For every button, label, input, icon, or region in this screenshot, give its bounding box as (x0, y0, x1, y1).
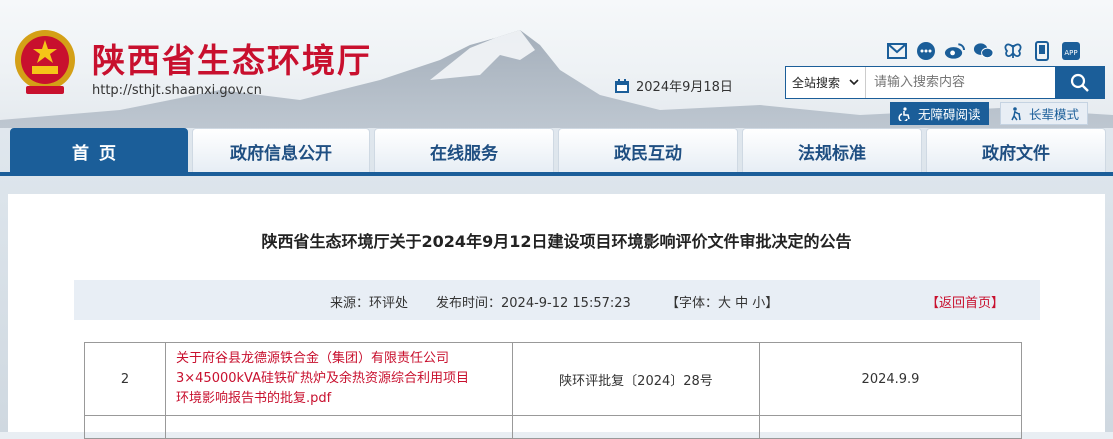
approval-date: 2024.9.9 (759, 342, 1022, 416)
site-header: 陕西省生态环境厅 http://sthjt.shaanxi.gov.cn APP… (0, 0, 1113, 128)
accessibility-button[interactable]: 无障碍阅读 (890, 102, 989, 125)
main-nav: 首页 政府信息公开 在线服务 政民互动 法规标准 政府文件 (0, 128, 1113, 174)
article-panel: 陕西省生态环境厅关于2024年9月12日建设项目环境影响评价文件审批决定的公告 … (8, 194, 1105, 439)
tab-gov-docs[interactable]: 政府文件 (926, 128, 1106, 174)
article-meta-bar: 来源：环评处 发布时间：2024-9-12 15:57:23 【字体：大 中 小… (74, 280, 1040, 320)
app-icon-label: APP (1064, 49, 1077, 57)
table-cell (512, 415, 760, 439)
weibo-icon[interactable] (944, 40, 965, 61)
site-title[interactable]: 陕西省生态环境厅 (92, 34, 372, 82)
table-cell (165, 415, 513, 439)
tab-regulations[interactable]: 法规标准 (742, 128, 922, 174)
site-url: http://sthjt.shaanxi.gov.cn (92, 83, 262, 98)
document-link[interactable]: 关于府谷县龙德源铁合金（集团）有限责任公司 3×45000kVA硅铁矿热炉及余热… (165, 342, 513, 416)
elder-icon (1011, 106, 1021, 120)
mobile-icon[interactable] (1031, 40, 1052, 61)
chevron-down-icon (849, 79, 859, 86)
calendar-icon (615, 78, 629, 93)
table-row (84, 415, 1022, 439)
search-icon (1070, 73, 1089, 92)
tab-home[interactable]: 首页 (10, 128, 188, 174)
national-emblem-icon (15, 30, 75, 94)
elder-mode-button[interactable]: 长辈模式 (1000, 102, 1089, 125)
table-cell (84, 415, 166, 439)
top-icon-row: APP (886, 40, 1081, 61)
app-icon[interactable]: APP (1060, 40, 1081, 61)
font-size-controls[interactable]: 【字体：大 中 小】 (666, 292, 778, 311)
table-row: 2 关于府谷县龙德源铁合金（集团）有限责任公司 3×45000kVA硅铁矿热炉及… (84, 342, 1022, 416)
mail-icon[interactable] (886, 40, 907, 61)
tab-gov-info[interactable]: 政府信息公开 (192, 128, 370, 174)
search-input[interactable] (866, 67, 1055, 98)
document-name-line: 关于府谷县龙德源铁合金（集团）有限责任公司 (176, 351, 450, 366)
search-scope-label: 全站搜索 (792, 76, 841, 90)
article-title: 陕西省生态环境厅关于2024年9月12日建设项目环境影响评价文件审批决定的公告 (261, 232, 852, 251)
accessibility-label: 无障碍阅读 (918, 107, 981, 122)
date-text: 2024年9月18日 (636, 80, 733, 95)
approval-table: 2 关于府谷县龙德源铁合金（集团）有限责任公司 3×45000kVA硅铁矿热炉及… (84, 342, 1022, 439)
wechat-icon[interactable] (973, 40, 994, 61)
elder-mode-label: 长辈模式 (1029, 107, 1080, 122)
document-number: 陕环评批复〔2024〕28号 (512, 342, 760, 416)
current-date: 2024年9月18日 (614, 76, 733, 95)
tab-online-service[interactable]: 在线服务 (374, 128, 554, 174)
nav-underline (0, 172, 1113, 176)
article-source: 来源：环评处 (330, 296, 409, 311)
wheelchair-icon (898, 106, 910, 121)
table-cell (759, 415, 1022, 439)
document-name-line: 3×45000kVA硅铁矿热炉及余热资源综合利用项目 (176, 371, 470, 386)
search-box: 全站搜索 (785, 66, 1105, 99)
tab-interaction[interactable]: 政民互动 (558, 128, 738, 174)
row-index: 2 (84, 342, 166, 416)
chat-icon[interactable] (915, 40, 936, 61)
article-publish-time: 发布时间：2024-9-12 15:57:23 (436, 296, 631, 311)
document-name-line: 环境影响报告书的批复.pdf (176, 391, 332, 406)
butterfly-icon[interactable] (1002, 40, 1023, 61)
search-button[interactable] (1055, 67, 1104, 98)
search-scope-select[interactable]: 全站搜索 (786, 67, 866, 98)
back-home-link[interactable]: 【返回首页】 (926, 292, 1004, 311)
